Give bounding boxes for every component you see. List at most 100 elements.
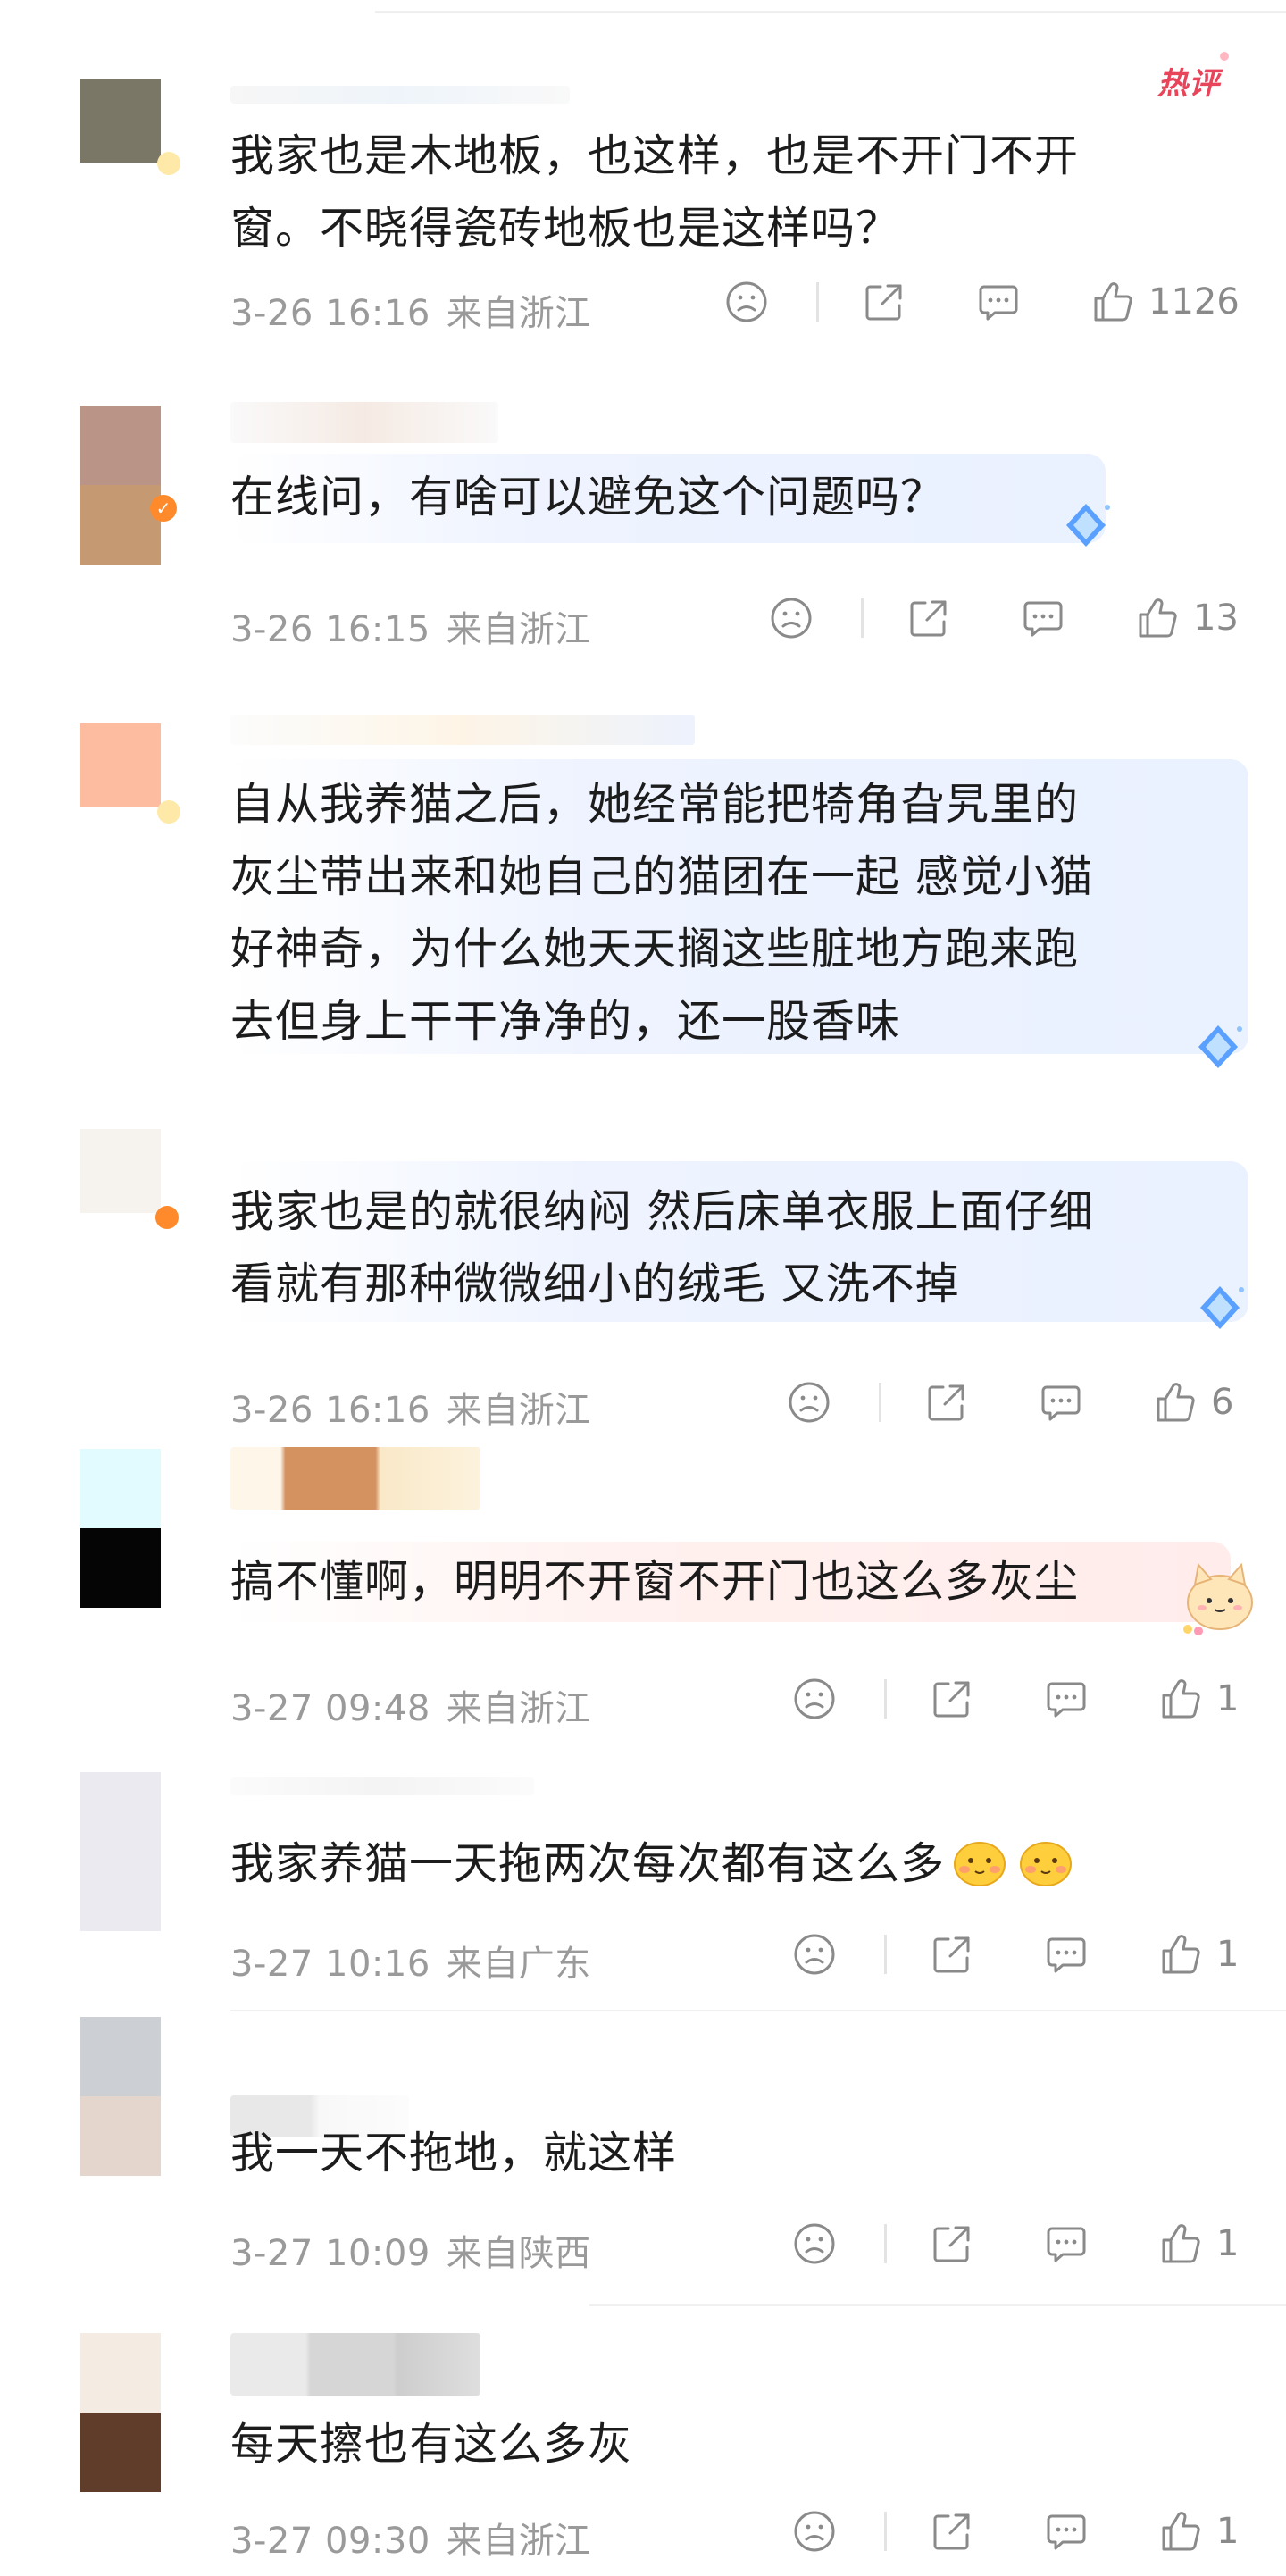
comment-meta: 3-26 16:15 来自浙江	[230, 600, 591, 652]
reply-icon	[1043, 2508, 1090, 2555]
action-bar: 13	[768, 593, 1268, 643]
share-button[interactable]	[929, 1929, 975, 1979]
comment-meta: 3-27 09:48 来自浙江	[230, 1679, 591, 1731]
dislike-button[interactable]	[786, 1377, 832, 1427]
share-icon	[929, 1676, 975, 1722]
share-button[interactable]	[929, 1674, 975, 1724]
share-icon	[923, 1379, 970, 1426]
comment-meta: 3-26 16:16 来自浙江	[230, 284, 591, 336]
share-icon	[929, 2221, 975, 2267]
like-button[interactable]: 1	[1157, 1929, 1239, 1979]
like-button[interactable]: 1	[1157, 2506, 1239, 2556]
reply-button[interactable]	[1043, 2219, 1090, 2269]
comment-location: 来自广东	[446, 1944, 591, 1985]
share-button[interactable]	[861, 277, 907, 327]
username-blurred[interactable]	[230, 715, 695, 745]
reply-icon	[1038, 1379, 1084, 1426]
like-button[interactable]: 1	[1157, 2219, 1239, 2269]
cat-sticker	[1183, 1562, 1253, 1635]
section-divider	[589, 2304, 1286, 2306]
like-button[interactable]: 13	[1134, 593, 1239, 643]
like-button[interactable]: 6	[1152, 1377, 1233, 1427]
avatar-badge	[155, 1206, 179, 1229]
avatar[interactable]	[80, 1449, 161, 1608]
comment-date: 3-27 10:16	[230, 1944, 430, 1985]
avatar-badge	[157, 152, 180, 175]
avatar[interactable]	[80, 2017, 161, 2176]
avatar[interactable]	[80, 2333, 161, 2492]
username-blurred[interactable]	[230, 1447, 480, 1510]
action-divider	[884, 2224, 887, 2263]
hot-comment-badge: 热评	[1157, 52, 1229, 103]
comment-location: 来自浙江	[446, 1688, 591, 1729]
action-divider	[884, 2512, 887, 2551]
like-count: 1	[1216, 1934, 1240, 1975]
blush-emoji	[954, 1842, 1006, 1886]
avatar[interactable]	[80, 79, 161, 163]
dislike-button[interactable]	[791, 2506, 838, 2556]
reply-button[interactable]	[1043, 1929, 1090, 1979]
like-count: 1	[1216, 2511, 1240, 2552]
diamond-icon	[1198, 1025, 1242, 1068]
like-button[interactable]: 1	[1157, 1674, 1239, 1724]
username-blurred[interactable]	[230, 86, 570, 104]
reply-button[interactable]	[975, 277, 1022, 327]
action-divider	[884, 1935, 887, 1974]
like-icon	[1090, 279, 1136, 325]
reply-button[interactable]	[1038, 1377, 1084, 1427]
blush-emoji	[1020, 1842, 1073, 1886]
reply-icon	[1043, 1931, 1090, 1978]
comment-text: 我一天不拖地，就这样	[230, 2128, 678, 2179]
avatar[interactable]	[80, 723, 161, 807]
action-divider	[879, 1383, 881, 1422]
reply-icon	[975, 279, 1022, 325]
like-icon	[1157, 1676, 1204, 1722]
action-bar: 1	[791, 2219, 1268, 2269]
comment-meta: 3-26 16:16 来自浙江	[230, 1381, 591, 1433]
reply-icon	[1020, 595, 1066, 641]
like-button[interactable]: 1126	[1090, 277, 1240, 327]
share-button[interactable]	[906, 593, 952, 643]
comment-meta: 3-27 10:09 来自陕西	[230, 2224, 591, 2276]
like-count: 1126	[1148, 281, 1240, 322]
comment-text: 我家也是的就很纳闷 然后床单衣服上面仔细 看就有那种微微细小的绒毛 又洗不掉	[230, 1186, 1094, 1309]
dislike-button[interactable]	[723, 277, 770, 327]
username-blurred[interactable]	[230, 2333, 480, 2396]
avatar[interactable]	[80, 1129, 161, 1213]
share-button[interactable]	[923, 1377, 970, 1427]
avatar[interactable]	[80, 406, 161, 565]
comment-meta: 3-27 10:16 来自广东	[230, 1935, 591, 1986]
reply-button[interactable]	[1020, 593, 1066, 643]
dislike-icon	[786, 1379, 832, 1426]
comment-text: 自从我养猫之后，她经常能把犄角旮旯里的 灰尘带出来和她自己的猫团在一起 感觉小猫…	[230, 779, 1094, 1047]
comment-date: 3-26 16:16	[230, 1390, 430, 1431]
comment-location: 来自浙江	[446, 609, 591, 650]
username-blurred[interactable]	[230, 1777, 534, 1795]
comment-text: 我家养猫一天拖两次每次都有这么多	[230, 1827, 1077, 1900]
username-blurred[interactable]	[230, 402, 498, 443]
action-divider	[816, 282, 819, 322]
share-button[interactable]	[929, 2219, 975, 2269]
like-icon	[1157, 2221, 1204, 2267]
reply-icon	[1043, 1676, 1090, 1722]
section-divider	[230, 2010, 1286, 2011]
dislike-button[interactable]	[791, 2219, 838, 2269]
like-count: 13	[1193, 598, 1239, 639]
avatar[interactable]	[80, 1772, 161, 1931]
like-icon	[1157, 2508, 1204, 2555]
dislike-icon	[791, 2508, 838, 2555]
action-bar: 1	[791, 1674, 1268, 1724]
dislike-button[interactable]	[791, 1674, 838, 1724]
reply-button[interactable]	[1043, 2506, 1090, 2556]
comment-location: 来自浙江	[446, 2521, 591, 2562]
comment-date: 3-26 16:15	[230, 609, 430, 650]
dislike-button[interactable]	[768, 593, 814, 643]
dislike-icon	[791, 2221, 838, 2267]
dislike-button[interactable]	[791, 1929, 838, 1979]
reply-button[interactable]	[1043, 1674, 1090, 1724]
like-count: 1	[1216, 1678, 1240, 1719]
comment-location: 来自陕西	[446, 2233, 591, 2274]
comment-text: 搞不懂啊，明明不开窗不开门也这么多灰尘	[230, 1556, 1080, 1607]
top-divider	[375, 11, 1286, 13]
share-button[interactable]	[929, 2506, 975, 2556]
